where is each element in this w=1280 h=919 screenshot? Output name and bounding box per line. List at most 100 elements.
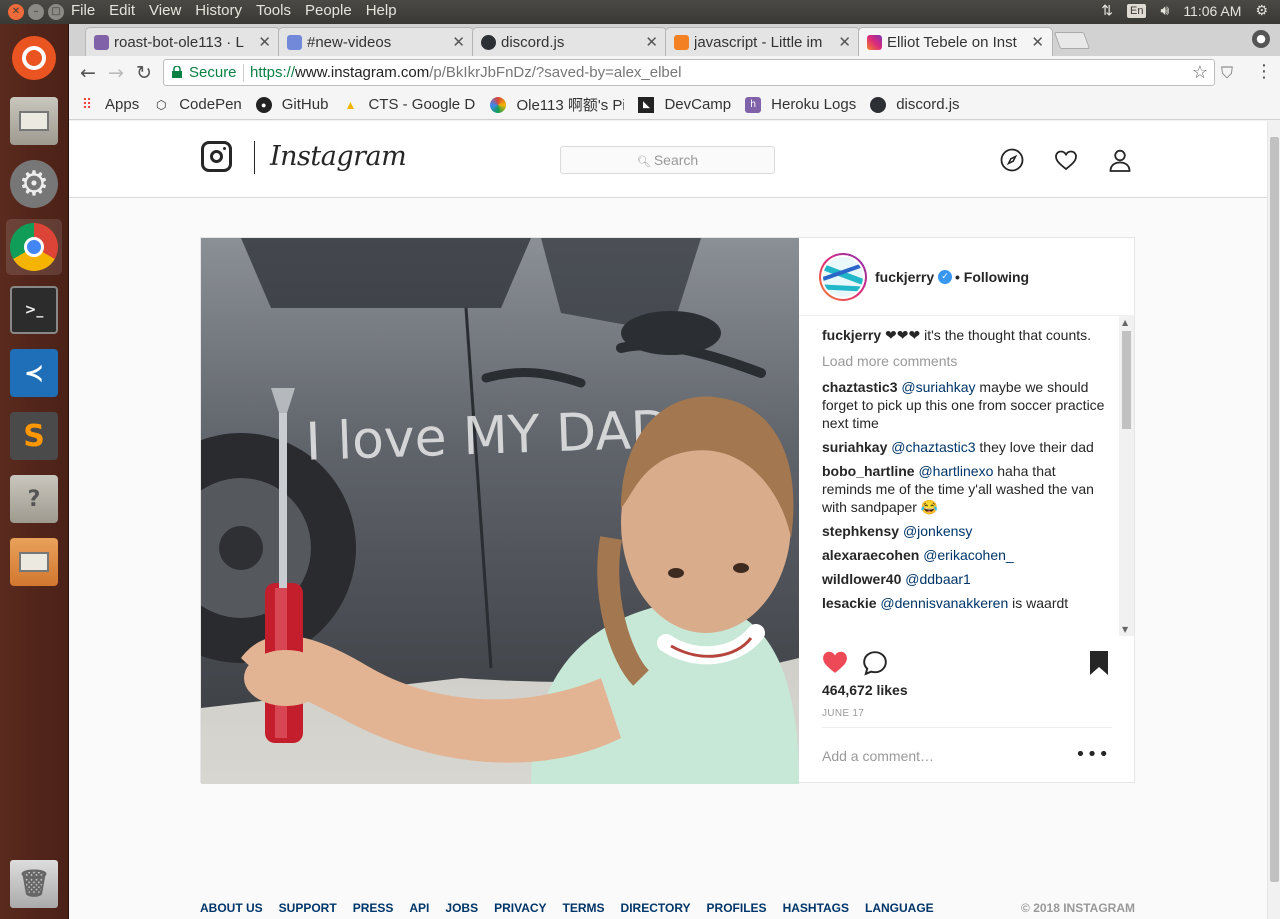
tab-roast-bot[interactable]: roast-bot-ole113 · L ✕ [85, 27, 280, 56]
keyboard-language-indicator[interactable]: En [1127, 3, 1147, 18]
vscode-icon[interactable]: ≺ [6, 345, 62, 401]
author-avatar[interactable] [819, 253, 867, 301]
comment-username[interactable]: wildlower40 [822, 571, 901, 587]
author-username[interactable]: fuckjerry [875, 269, 934, 285]
comment-username[interactable]: stephkensy [822, 523, 899, 539]
scroll-up-arrow-icon[interactable]: ▲ [1122, 318, 1128, 327]
like-heart-icon[interactable] [822, 650, 848, 674]
window-minimize-button[interactable]: – [28, 4, 44, 20]
tab-close-icon[interactable]: ✕ [838, 33, 851, 51]
bookmark-discordjs[interactable]: discord.js [870, 96, 960, 113]
comment-mention[interactable]: @erikacohen_ [923, 547, 1014, 563]
activity-heart-icon[interactable] [1054, 148, 1078, 172]
add-comment-input[interactable]: Add a comment… [822, 748, 934, 764]
search-input[interactable]: 🔍︎ Search [560, 146, 775, 174]
bookmark-google-drive[interactable]: ▲ CTS - Google Dri [342, 96, 477, 113]
volume-icon[interactable]: 🔊︎ [1160, 2, 1169, 19]
scroll-down-arrow-icon[interactable]: ▼ [1122, 625, 1128, 634]
comments-scroll-thumb[interactable] [1122, 331, 1131, 429]
footer-link-profiles[interactable]: PROFILES [707, 901, 767, 915]
bookmark-picasa[interactable]: Ole113 啊额's Pi [490, 94, 624, 115]
bookmark-star-icon[interactable]: ☆ [1192, 62, 1208, 83]
page-scrollbar[interactable] [1267, 121, 1280, 919]
tab-instagram[interactable]: Elliot Tebele on Inst ✕ [858, 27, 1053, 56]
bookmark-codepen[interactable]: ⬡ CodePen [153, 96, 242, 113]
sublime-text-icon[interactable]: S [6, 408, 62, 464]
menu-history[interactable]: History [195, 2, 242, 19]
new-tab-button[interactable] [1053, 32, 1091, 49]
comment-username[interactable]: suriahkay [822, 439, 887, 455]
likes-count[interactable]: 464,672 likes [822, 682, 908, 698]
chrome-icon[interactable] [6, 219, 62, 275]
menu-edit[interactable]: Edit [109, 2, 135, 19]
footer-link-about[interactable]: ABOUT US [200, 901, 263, 915]
bookmark-github[interactable]: ● GitHub [255, 96, 328, 113]
file-cabinet-icon[interactable] [6, 534, 62, 590]
explore-compass-icon[interactable] [1000, 148, 1024, 172]
forward-icon[interactable]: → [103, 60, 129, 86]
comment-mention[interactable]: @hartlinexo [918, 463, 993, 479]
save-bookmark-icon[interactable] [1089, 650, 1109, 676]
tab-new-videos[interactable]: #new-videos ✕ [278, 27, 474, 56]
system-settings-icon[interactable]: ⚙ [6, 156, 62, 212]
footer-link-privacy[interactable]: PRIVACY [494, 901, 546, 915]
back-icon[interactable]: ← [75, 60, 101, 86]
comment-mention[interactable]: @ddbaar1 [905, 571, 971, 587]
comment-bubble-icon[interactable] [862, 650, 888, 676]
unknown-app-icon[interactable]: ? [6, 471, 62, 527]
settings-gear-icon[interactable]: ⚙ [1255, 2, 1268, 19]
terminal-icon[interactable]: >_ [6, 282, 62, 338]
menu-view[interactable]: View [149, 2, 181, 19]
page-scroll-thumb[interactable] [1270, 137, 1279, 882]
ubuntu-dash-icon[interactable] [6, 30, 62, 86]
bookmark-heroku-logs[interactable]: h Heroku Logs [745, 96, 856, 113]
caption-username[interactable]: fuckjerry [822, 327, 881, 343]
comment-mention[interactable]: @suriahkay [901, 379, 975, 395]
tab-stackoverflow[interactable]: javascript - Little im ✕ [665, 27, 860, 56]
load-more-comments-link[interactable]: Load more comments [822, 352, 1107, 370]
tab-close-icon[interactable]: ✕ [452, 33, 465, 51]
bookmark-devcamp[interactable]: ◣ DevCamp [638, 96, 731, 113]
tab-close-icon[interactable]: ✕ [645, 33, 658, 51]
profile-person-icon[interactable] [1108, 148, 1132, 172]
comment-mention[interactable]: @chaztastic3 [891, 439, 975, 455]
comment-mention[interactable]: @dennisvanakkeren [880, 595, 1008, 611]
footer-link-directory[interactable]: DIRECTORY [621, 901, 691, 915]
tab-close-icon[interactable]: ✕ [1031, 33, 1044, 51]
footer-link-terms[interactable]: TERMS [563, 901, 605, 915]
network-transfer-icon[interactable]: ⇅ [1101, 2, 1113, 19]
profile-icon[interactable]: ● [1252, 30, 1270, 48]
instagram-wordmark[interactable]: Instagram [270, 141, 407, 172]
comments-scrollbar[interactable]: ▲ ▼ [1119, 316, 1134, 636]
menu-people[interactable]: People [305, 2, 352, 19]
footer-link-language[interactable]: LANGUAGE [865, 901, 934, 915]
menu-file[interactable]: File [71, 2, 95, 19]
footer-link-jobs[interactable]: JOBS [445, 901, 478, 915]
comment-username[interactable]: bobo_hartline [822, 463, 915, 479]
tab-discord-js[interactable]: discord.js ✕ [472, 27, 667, 56]
footer-link-support[interactable]: SUPPORT [279, 901, 337, 915]
comment-username[interactable]: chaztastic3 [822, 379, 897, 395]
footer-link-api[interactable]: API [409, 901, 429, 915]
instagram-camera-icon[interactable] [201, 141, 232, 172]
address-bar[interactable]: Secure https://www.instagram.com/p/BkIkr… [163, 59, 1215, 86]
more-options-icon[interactable]: ••• [1075, 744, 1110, 765]
tab-close-icon[interactable]: ✕ [258, 33, 271, 51]
footer-link-hashtags[interactable]: HASHTAGS [783, 901, 849, 915]
following-button[interactable]: • Following [955, 269, 1029, 285]
comment-mention[interactable]: @jonkensy [903, 523, 972, 539]
footer-link-press[interactable]: PRESS [353, 901, 394, 915]
menu-tools[interactable]: Tools [256, 2, 291, 19]
file-manager-icon[interactable] [6, 93, 62, 149]
comment-username[interactable]: alexaraecohen [822, 547, 919, 563]
post-photo[interactable]: I love MY DAD [201, 238, 799, 784]
window-close-button[interactable]: ✕ [8, 4, 24, 20]
comment-username[interactable]: lesackie [822, 595, 877, 611]
clock[interactable]: 11:06 AM [1183, 3, 1241, 19]
browser-menu-icon[interactable]: ⋮ [1255, 61, 1273, 82]
window-maximize-button[interactable]: □ [48, 4, 64, 20]
extension-shield-icon[interactable]: ⛉ [1221, 63, 1239, 83]
bookmark-apps[interactable]: ⠿ Apps [79, 96, 139, 113]
reload-icon[interactable]: ↻ [131, 60, 157, 86]
trash-icon[interactable]: 🗑︎ [6, 856, 62, 912]
